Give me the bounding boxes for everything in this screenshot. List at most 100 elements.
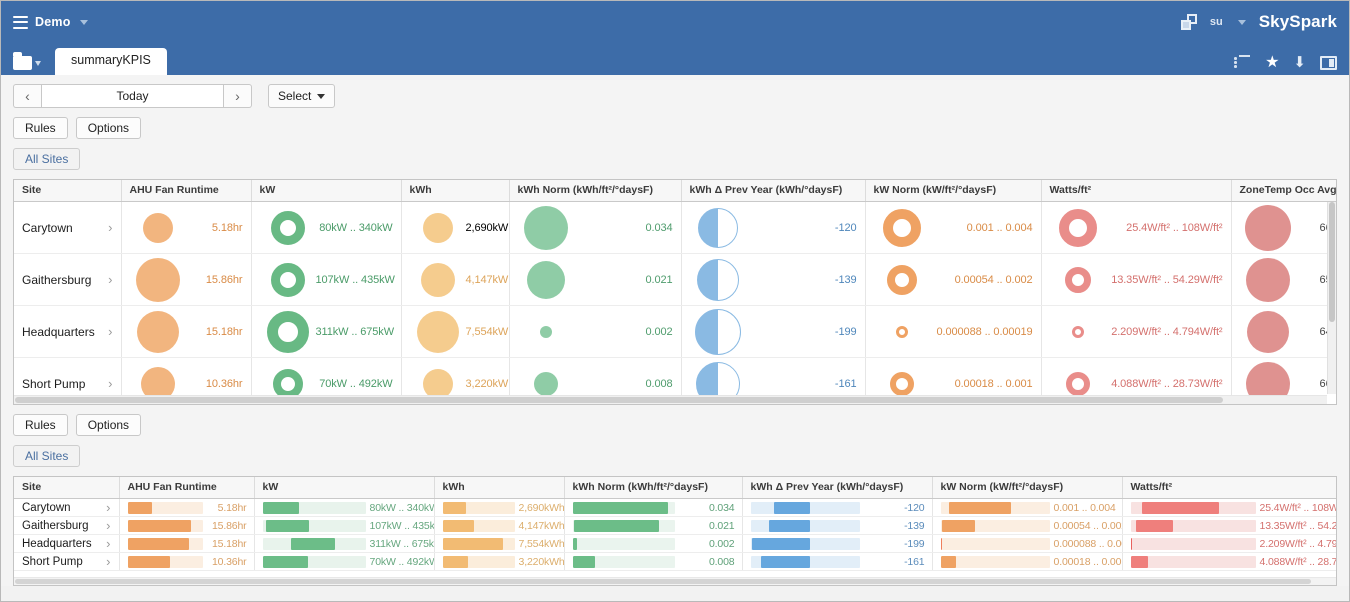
metric-cell[interactable]: 7,554kWh: [401, 305, 510, 358]
metric-cell[interactable]: -161: [742, 552, 933, 571]
metric-cell[interactable]: 0.002: [509, 305, 682, 358]
chevron-right-icon[interactable]: ›: [106, 500, 112, 515]
site-cell[interactable]: Gaithersburg ›: [14, 253, 122, 306]
metric-cell[interactable]: -199: [681, 305, 866, 358]
metric-cell[interactable]: 7,554kWh: [434, 534, 565, 553]
rules-button-bottom[interactable]: Rules: [13, 414, 68, 436]
horizontal-scroll-thumb-bottom[interactable]: [15, 579, 1311, 584]
metric-cell[interactable]: 2.209W/ft² .. 4.794W/ft²: [1041, 305, 1232, 358]
column-header[interactable]: AHU Fan Runtime: [119, 477, 255, 499]
folder-menu-button[interactable]: [13, 52, 41, 70]
column-header[interactable]: kW Norm (kW/ft²/°daysF): [865, 180, 1042, 202]
site-cell[interactable]: Carytown ›: [14, 201, 122, 254]
chevron-down-icon[interactable]: [79, 19, 88, 25]
site-cell[interactable]: Short Pump ›: [14, 552, 120, 571]
chevron-right-icon[interactable]: ›: [108, 272, 114, 287]
site-cell[interactable]: Headquarters ›: [14, 305, 122, 358]
metric-cell[interactable]: 0.000088 .. 0.00019: [865, 305, 1042, 358]
column-header[interactable]: kWh Norm (kWh/ft²/°daysF): [564, 477, 743, 499]
metric-cell[interactable]: 107kW .. 435kW: [251, 253, 402, 306]
list-icon[interactable]: [1234, 55, 1251, 70]
chevron-right-icon[interactable]: ›: [108, 376, 114, 391]
metric-cell[interactable]: 5.18hr: [121, 201, 252, 254]
column-header[interactable]: kW: [254, 477, 435, 499]
metric-cell[interactable]: 107kW .. 435kW: [254, 516, 435, 535]
horizontal-scrollbar-top[interactable]: [14, 395, 1327, 404]
metric-cell[interactable]: 80kW .. 340kW: [251, 201, 402, 254]
vertical-scroll-thumb[interactable]: [1329, 202, 1335, 322]
metric-cell[interactable]: 4,147kWh: [401, 253, 510, 306]
metric-cell[interactable]: -199: [742, 534, 933, 553]
metric-cell[interactable]: -139: [681, 253, 866, 306]
prev-period-button[interactable]: ‹: [13, 84, 41, 108]
metric-cell[interactable]: 25.4W/ft² .. 108W/ft²: [1041, 201, 1232, 254]
metric-cell[interactable]: 4.088W/ft² .. 28.73W/ft²: [1122, 552, 1336, 571]
chevron-right-icon[interactable]: ›: [106, 536, 112, 551]
metric-cell[interactable]: 0.001 .. 0.004: [865, 201, 1042, 254]
metric-cell[interactable]: 15.86hr: [121, 253, 252, 306]
site-cell[interactable]: Gaithersburg ›: [14, 516, 120, 535]
chevron-right-icon[interactable]: ›: [108, 220, 114, 235]
column-header[interactable]: kWh: [434, 477, 565, 499]
table-row[interactable]: Carytown › 5.18hr 80kW .. 340kW 2,690kWh 0.03…: [14, 201, 1336, 254]
site-cell[interactable]: Headquarters ›: [14, 534, 120, 553]
chevron-right-icon[interactable]: ›: [106, 554, 112, 569]
table-row[interactable]: Headquarters › 15.18hr 311kW .. 675kW 7,554k…: [14, 534, 1336, 553]
metric-cell[interactable]: 64.98°F: [1231, 305, 1336, 358]
metric-cell[interactable]: 2,690kWh: [401, 201, 510, 254]
chevron-right-icon[interactable]: ›: [106, 518, 112, 533]
column-header[interactable]: kW: [251, 180, 402, 202]
chevron-right-icon[interactable]: ›: [108, 324, 114, 339]
column-header[interactable]: kWh Norm (kWh/ft²/°daysF): [509, 180, 682, 202]
metric-cell[interactable]: 0.00054 .. 0.002: [932, 516, 1123, 535]
user-chevron-down-icon[interactable]: [1237, 19, 1246, 25]
tab-summarykpis[interactable]: summaryKPIS: [55, 48, 167, 75]
all-sites-button-bottom[interactable]: All Sites: [13, 445, 81, 467]
metric-cell[interactable]: 65.43°F: [1231, 253, 1336, 306]
metric-cell[interactable]: 66.19°F: [1231, 201, 1336, 254]
metric-cell[interactable]: 10.36hr: [119, 552, 255, 571]
metric-cell[interactable]: 0.034: [509, 201, 682, 254]
all-sites-button-top[interactable]: All Sites: [13, 148, 81, 170]
metric-cell[interactable]: 13.35W/ft² .. 54.29W/ft²: [1122, 516, 1336, 535]
metric-cell[interactable]: 25.4W/ft² .. 108W/ft²: [1122, 498, 1336, 517]
metric-cell[interactable]: 0.008: [564, 552, 743, 571]
table-row[interactable]: Carytown › 5.18hr 80kW .. 340kW 2,690kWh 0.03…: [14, 498, 1336, 517]
metric-cell[interactable]: 15.18hr: [119, 534, 255, 553]
metric-cell[interactable]: 2,690kWh: [434, 498, 565, 517]
metric-cell[interactable]: -120: [742, 498, 933, 517]
date-range-field[interactable]: Today: [41, 84, 224, 108]
metric-cell[interactable]: 311kW .. 675kW: [251, 305, 402, 358]
column-header[interactable]: Watts/ft²: [1122, 477, 1336, 499]
rules-button-top[interactable]: Rules: [13, 117, 68, 139]
metric-cell[interactable]: 0.034: [564, 498, 743, 517]
metric-cell[interactable]: 15.18hr: [121, 305, 252, 358]
column-header[interactable]: AHU Fan Runtime: [121, 180, 252, 202]
metric-cell[interactable]: 3,220kWh: [434, 552, 565, 571]
user-name[interactable]: su: [1210, 16, 1223, 28]
metric-cell[interactable]: 80kW .. 340kW: [254, 498, 435, 517]
project-menu[interactable]: Demo: [13, 15, 88, 29]
hamburger-icon[interactable]: [13, 15, 28, 29]
metric-cell[interactable]: 0.001 .. 0.004: [932, 498, 1123, 517]
star-icon[interactable]: ★: [1265, 54, 1279, 70]
table-row[interactable]: Headquarters › 15.18hr 311kW .. 675kW 7,554k…: [14, 305, 1336, 358]
metric-cell[interactable]: 0.021: [564, 516, 743, 535]
metric-cell[interactable]: 311kW .. 675kW: [254, 534, 435, 553]
metric-cell[interactable]: 15.86hr: [119, 516, 255, 535]
site-cell[interactable]: Carytown ›: [14, 498, 120, 517]
column-header[interactable]: kW Norm (kW/ft²/°daysF): [932, 477, 1123, 499]
column-header[interactable]: Site: [14, 477, 120, 499]
metric-cell[interactable]: -120: [681, 201, 866, 254]
metric-cell[interactable]: 5.18hr: [119, 498, 255, 517]
options-button-bottom[interactable]: Options: [75, 414, 142, 436]
column-header[interactable]: kWh Δ Prev Year (kWh/°daysF): [681, 180, 866, 202]
table-row[interactable]: Short Pump › 10.36hr 70kW .. 492kW 3,220kWh 0…: [14, 552, 1336, 571]
horizontal-scrollbar-bottom[interactable]: [14, 577, 1336, 585]
copy-windows-icon[interactable]: [1180, 14, 1197, 30]
download-icon[interactable]: ⬇: [1293, 55, 1306, 70]
metric-cell[interactable]: 70kW .. 492kW: [254, 552, 435, 571]
table-row[interactable]: Gaithersburg › 15.86hr 107kW .. 435kW 4,147k…: [14, 253, 1336, 306]
horizontal-scroll-thumb[interactable]: [15, 397, 1223, 403]
column-header[interactable]: ZoneTemp Occ Avg: [1231, 180, 1336, 202]
